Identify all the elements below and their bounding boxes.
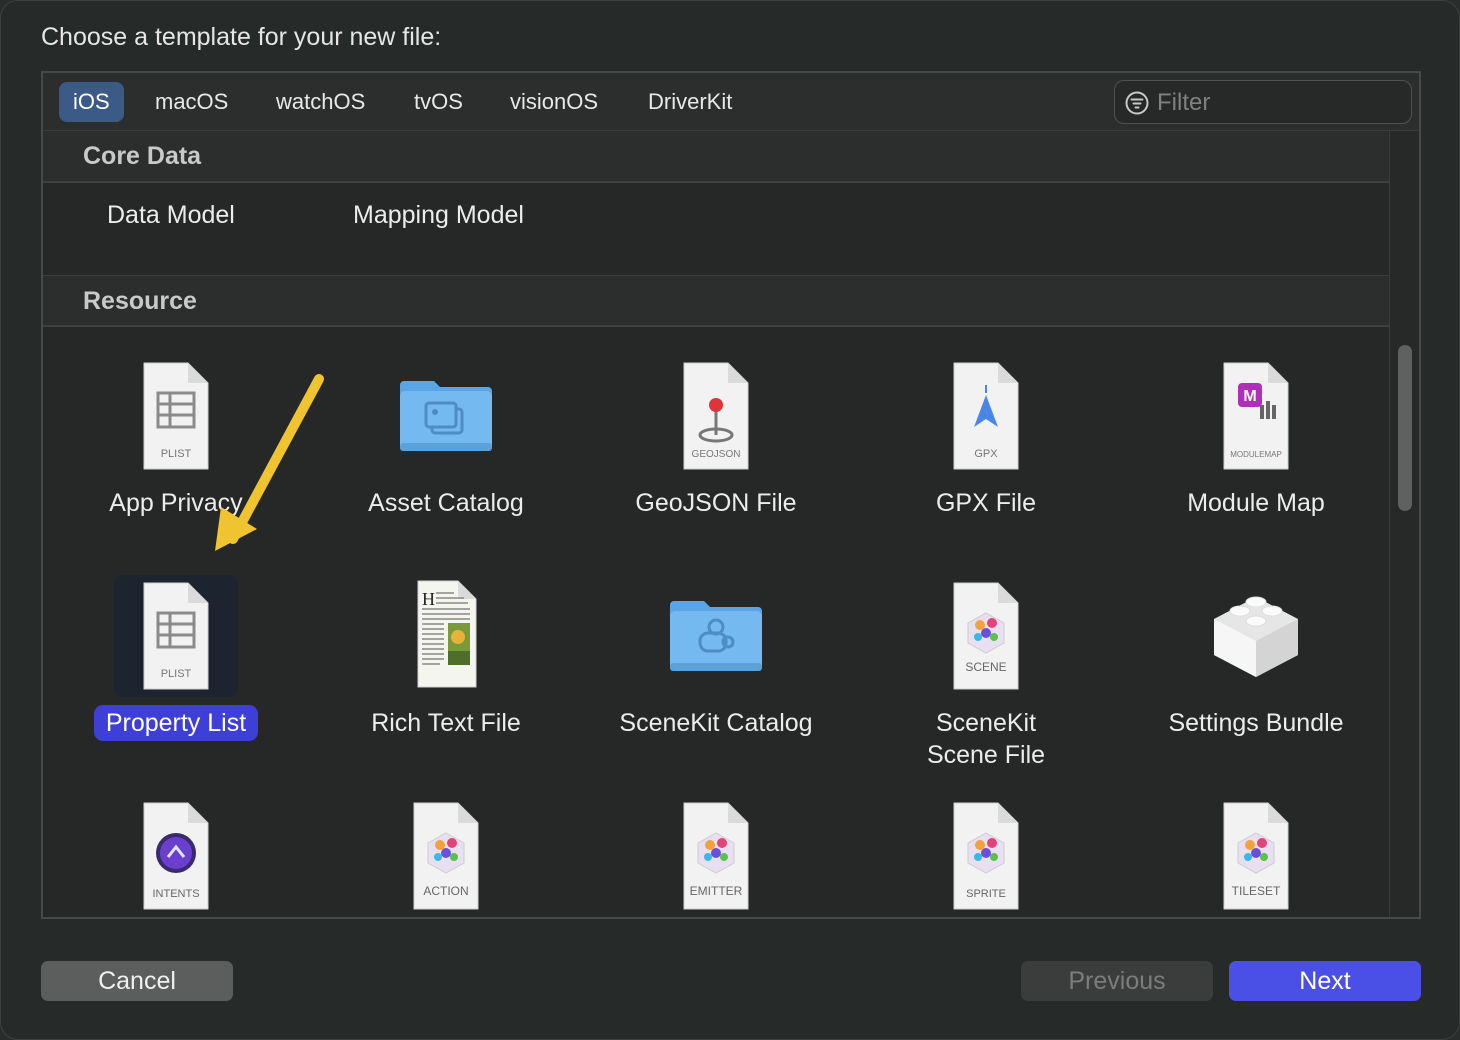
template-emitter[interactable]: EMITTER [591,795,841,917]
template-gpx-file[interactable]: GPX GPX File [861,355,1111,555]
template-label: GPX File [935,489,1037,517]
sprite-file-icon: SPRITE [924,795,1048,917]
template-list: Core Data Data Model Mapping Model Resou… [43,131,1389,917]
scene-file-icon: SCENE [924,575,1048,697]
next-button[interactable]: Next [1229,961,1421,1001]
action-file-icon: ACTION [384,795,508,917]
template-label: App Privacy [109,489,243,517]
svg-text:M: M [1243,388,1256,405]
template-scenekit-scene-file[interactable]: SCENE SceneKit Scene File [861,575,1111,775]
template-module-map[interactable]: M MODULEMAP Module Map [1131,355,1381,555]
tab-tvos[interactable]: tvOS [400,82,477,122]
template-label: Settings Bundle [1168,709,1344,737]
template-label: GeoJSON File [635,489,797,517]
template-label: Property List [51,705,301,741]
svg-text:H: H [422,589,435,609]
lego-brick-icon [1194,575,1318,697]
tab-macos[interactable]: macOS [141,82,242,122]
svg-text:MODULEMAP: MODULEMAP [1230,450,1282,459]
template-label: SceneKit Catalog [619,709,813,737]
asset-folder-icon [384,355,508,477]
filter-input[interactable] [1157,87,1397,119]
filter-icon [1125,91,1149,115]
svg-text:GEOJSON: GEOJSON [692,449,741,460]
section-title: Core Data [83,142,202,170]
template-app-privacy[interactable]: PLIST App Privacy [51,355,301,555]
template-action[interactable]: ACTION [321,795,571,917]
plist-file-icon: PLIST [114,355,238,477]
template-asset-catalog[interactable]: Asset Catalog [321,355,571,555]
template-settings-bundle[interactable]: Settings Bundle [1131,575,1381,775]
template-label: Rich Text File [371,709,521,737]
tab-ios[interactable]: iOS [59,82,124,122]
template-label: Asset Catalog [368,489,524,517]
svg-text:ACTION: ACTION [423,884,468,898]
previous-button[interactable]: Previous [1021,961,1213,1001]
modulemap-file-icon: M MODULEMAP [1194,355,1318,477]
template-panel: iOS macOS watchOS tvOS visionOS DriverKi… [41,71,1421,919]
dialog-prompt: Choose a template for your new file: [41,23,442,51]
template-property-list[interactable]: PLIST Property List [51,575,301,775]
template-intents[interactable]: INTENTS [51,795,301,917]
template-label: SceneKit Scene File [926,709,1046,769]
section-header-core-data: Core Data [43,131,1389,183]
template-mapping-model[interactable]: Mapping Model [353,201,524,230]
template-geojson-file[interactable]: GEOJSON GeoJSON File [591,355,841,555]
rtf-file-icon: H [384,575,508,697]
svg-text:SCENE: SCENE [965,660,1006,674]
tileset-file-icon: TILESET [1194,795,1318,917]
template-tileset[interactable]: TILESET [1131,795,1381,917]
tab-watchos[interactable]: watchOS [262,82,379,122]
scenekit-folder-icon [654,575,778,697]
filter-field[interactable] [1114,80,1412,124]
template-rich-text-file[interactable]: H Rich Text File [321,575,571,775]
geojson-file-icon: GEOJSON [654,355,778,477]
intents-file-icon: INTENTS [114,795,238,917]
emitter-file-icon: EMITTER [654,795,778,917]
section-title: Resource [83,287,197,315]
svg-text:PLIST: PLIST [161,668,192,680]
plist-file-icon: PLIST [114,575,238,697]
selected-label: Property List [93,705,259,741]
scrollbar-thumb[interactable] [1398,345,1412,511]
svg-text:TILESET: TILESET [1232,884,1281,898]
vertical-scrollbar[interactable] [1389,131,1419,917]
template-sprite[interactable]: SPRITE [861,795,1111,917]
svg-text:INTENTS: INTENTS [152,888,199,900]
cancel-button[interactable]: Cancel [41,961,233,1001]
template-label: Module Map [1187,489,1325,517]
template-scenekit-catalog[interactable]: SceneKit Catalog [591,575,841,775]
svg-text:EMITTER: EMITTER [690,884,743,898]
svg-text:SPRITE: SPRITE [966,888,1006,900]
svg-text:PLIST: PLIST [161,448,192,460]
new-file-dialog: Choose a template for your new file: iOS… [0,0,1460,1040]
tab-visionos[interactable]: visionOS [496,82,612,122]
platform-tab-bar: iOS macOS watchOS tvOS visionOS DriverKi… [43,73,1419,131]
template-data-model[interactable]: Data Model [107,201,235,230]
svg-text:GPX: GPX [974,448,998,460]
section-header-resource: Resource [43,275,1389,327]
tab-driverkit[interactable]: DriverKit [634,82,746,122]
gpx-file-icon: GPX [924,355,1048,477]
